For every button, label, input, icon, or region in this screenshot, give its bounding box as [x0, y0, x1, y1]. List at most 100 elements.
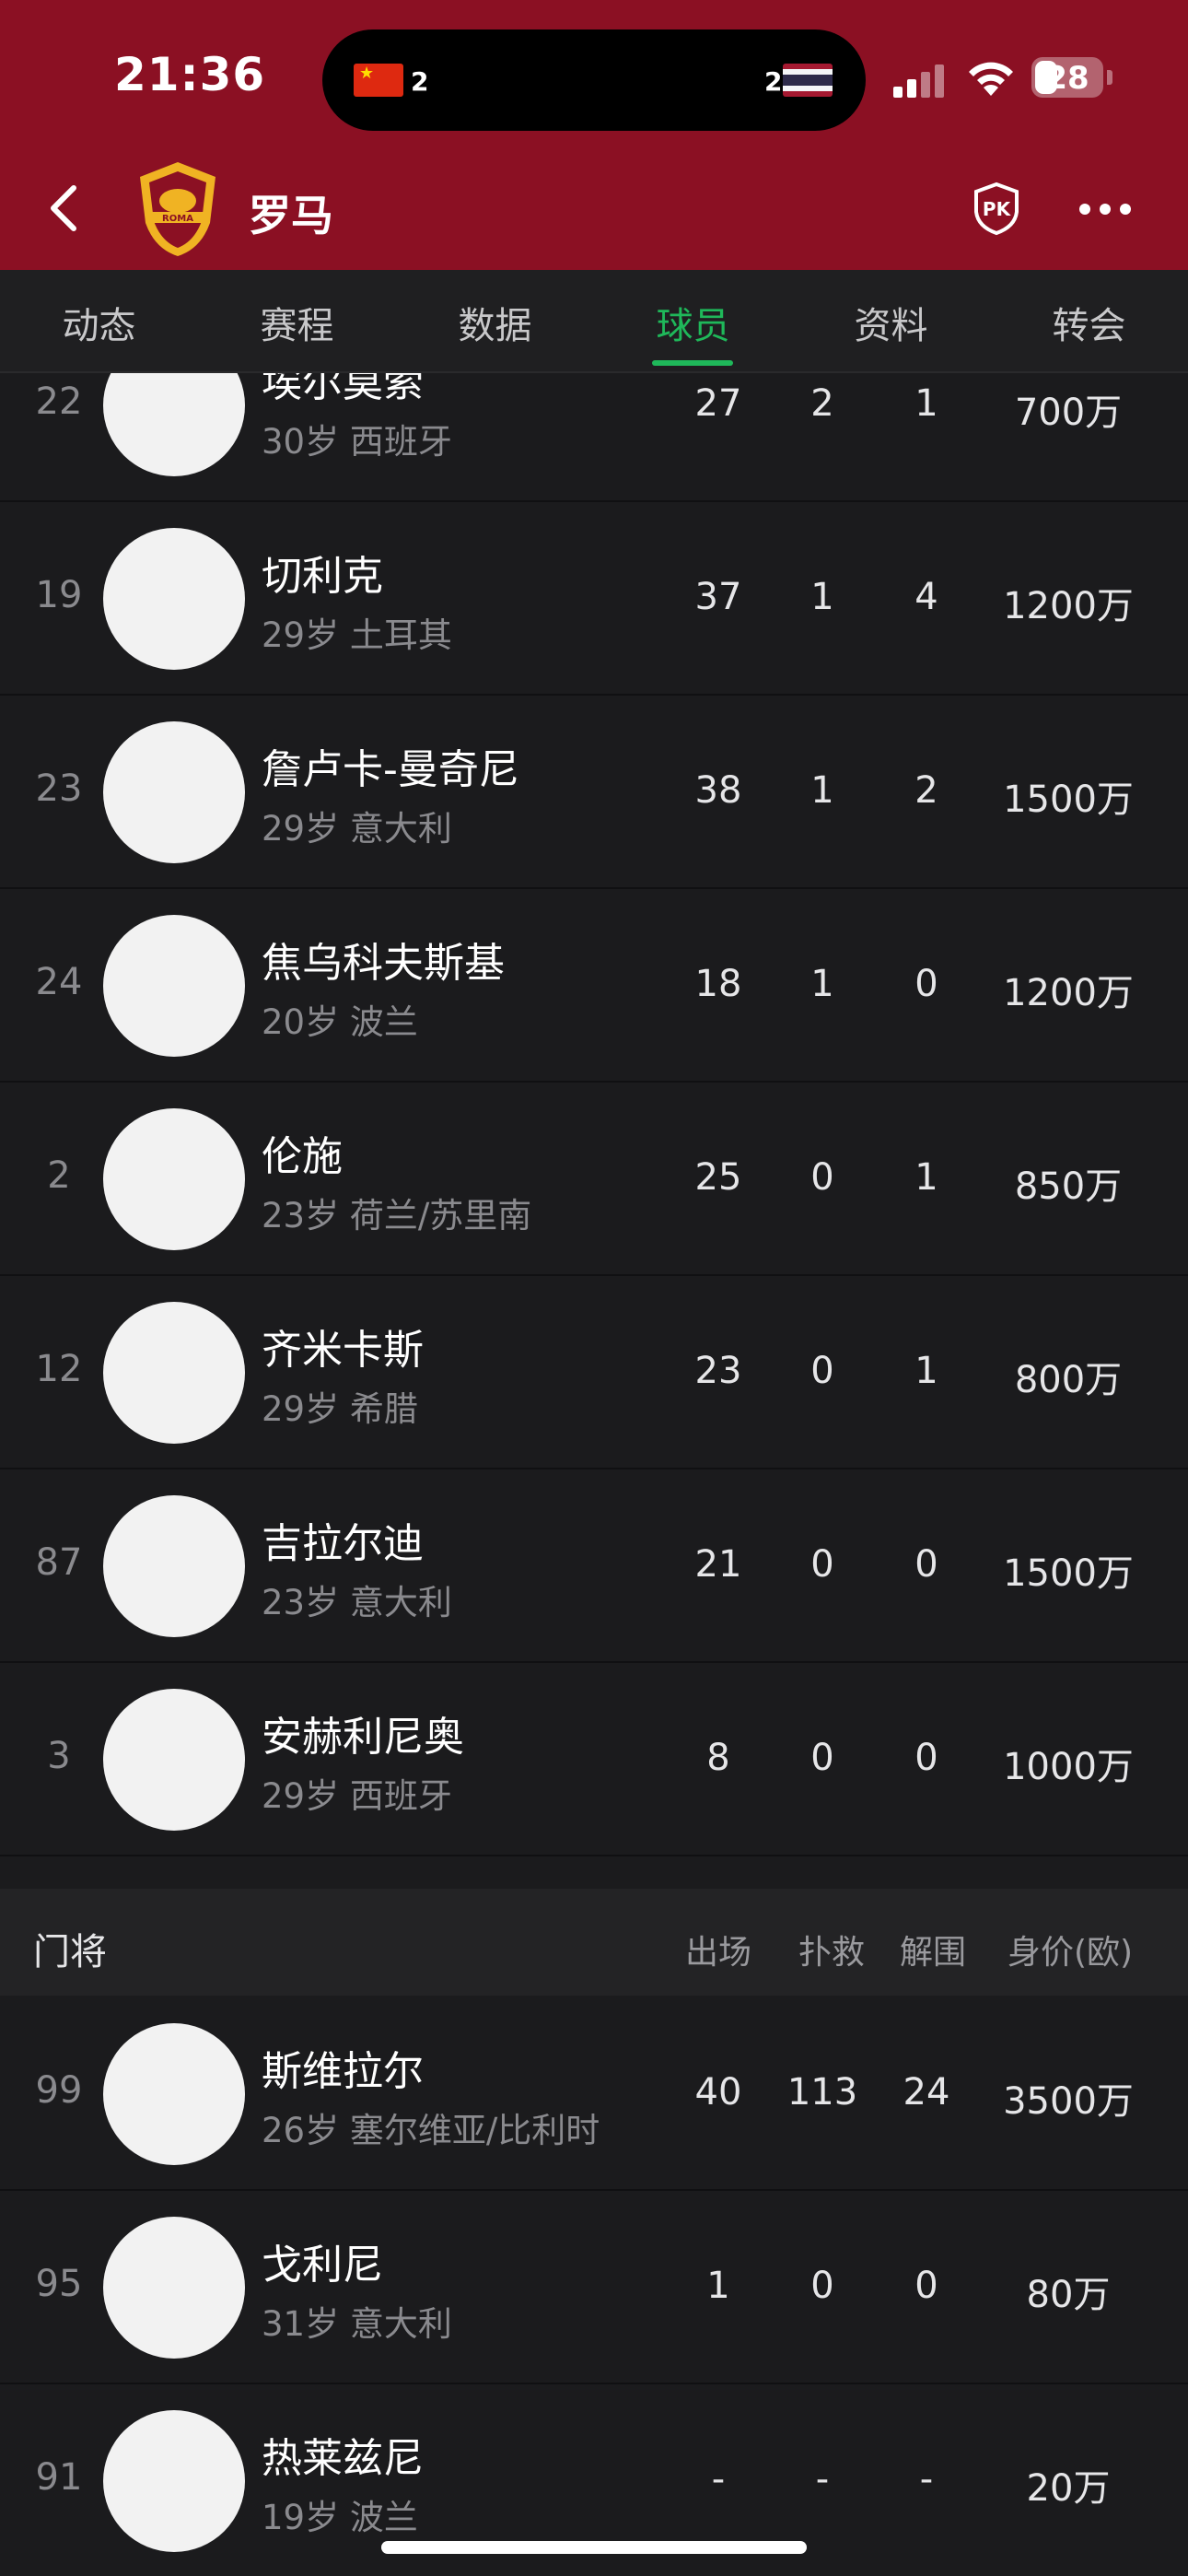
- player-list: 22 埃尔莫索 30岁 西班牙 27 2 1 700万 19 切利克 29岁 土…: [0, 373, 1188, 2576]
- player-age-nationality: 19岁 波兰: [262, 2498, 418, 2537]
- svg-text:ROMA: ROMA: [162, 214, 193, 224]
- player-name: 齐米卡斯: [262, 1327, 424, 1374]
- player-row[interactable]: 87 吉拉尔迪 23岁 意大利 21 0 0 1500万: [0, 1469, 1188, 1663]
- stat-2: 1: [810, 963, 834, 1005]
- stat-2: 2: [810, 382, 834, 425]
- appearances: 27: [694, 382, 742, 425]
- team-name: 罗马: [249, 191, 333, 240]
- player-row[interactable]: 3 安赫利尼奥 29岁 西班牙 8 0 0 1000万: [0, 1663, 1188, 1856]
- player-number: 87: [35, 1541, 83, 1584]
- goalkeeper-row[interactable]: 95 戈利尼 31岁 意大利 1 0 0 80万: [0, 2191, 1188, 2384]
- market-value: 80万: [1026, 2274, 1111, 2316]
- active-tab-indicator: [652, 360, 733, 366]
- saves: -: [815, 2458, 830, 2500]
- player-number: 2: [47, 1154, 71, 1197]
- market-value: 850万: [1014, 1165, 1123, 1208]
- tab-transfers[interactable]: 转会: [990, 296, 1188, 349]
- clearances: 24: [903, 2071, 950, 2113]
- player-number: 23: [35, 767, 83, 810]
- dynamic-island-live-score[interactable]: ★ 2 2: [322, 29, 866, 131]
- back-arrow-icon[interactable]: [42, 181, 88, 236]
- column-header-appearances[interactable]: 出场: [668, 1926, 769, 1973]
- tab-schedule[interactable]: 赛程: [198, 296, 396, 349]
- player-age-nationality: 29岁 西班牙: [262, 1776, 452, 1816]
- appearances: 18: [694, 963, 742, 1005]
- away-score: 2: [764, 66, 783, 97]
- player-avatar: [103, 2023, 245, 2165]
- player-name: 伦施: [262, 1133, 343, 1180]
- stat-2: 0: [810, 1156, 834, 1199]
- appearances: 1: [706, 2265, 730, 2307]
- stat-3: 0: [914, 963, 938, 1005]
- market-value: 3500万: [1003, 2080, 1134, 2123]
- player-name: 热莱兹尼: [262, 2435, 424, 2482]
- goalkeeper-row[interactable]: 99 斯维拉尔 26岁 塞尔维亚/比利时 40 113 24 3500万: [0, 1997, 1188, 2191]
- market-value: 800万: [1014, 1359, 1123, 1401]
- app-header: 21:36 ★ 2 2 28 ROMA 罗马 PK: [0, 0, 1188, 270]
- player-row[interactable]: 22 埃尔莫索 30岁 西班牙 27 2 1 700万: [0, 373, 1188, 502]
- player-avatar: [103, 528, 245, 670]
- home-score: 2: [411, 66, 429, 97]
- player-avatar: [103, 2217, 245, 2359]
- appearances: 38: [694, 769, 742, 812]
- stat-2: 0: [810, 1350, 834, 1392]
- appearances: 23: [694, 1350, 742, 1392]
- player-avatar: [103, 1108, 245, 1250]
- battery-cap: [1107, 70, 1112, 85]
- player-row[interactable]: 19 切利克 29岁 土耳其 37 1 4 1200万: [0, 502, 1188, 696]
- player-name: 安赫利尼奥: [262, 1714, 464, 1761]
- player-row[interactable]: 24 焦乌科夫斯基 20岁 波兰 18 1 0 1200万: [0, 889, 1188, 1083]
- battery-icon: 28: [1031, 57, 1103, 98]
- player-name: 戈利尼: [262, 2242, 383, 2289]
- pk-compare-icon[interactable]: PK: [971, 181, 1022, 236]
- player-row[interactable]: 2 伦施 23岁 荷兰/苏里南 25 0 1 850万: [0, 1083, 1188, 1276]
- stat-2: 0: [810, 1543, 834, 1586]
- market-value: 1000万: [1003, 1746, 1134, 1788]
- player-row[interactable]: 12 齐米卡斯 29岁 希腊 23 0 1 800万: [0, 1276, 1188, 1469]
- appearances: 37: [694, 576, 742, 618]
- player-avatar: [103, 1689, 245, 1831]
- player-avatar: [103, 373, 245, 476]
- player-name: 詹卢卡-曼奇尼: [262, 746, 519, 793]
- thailand-flag-icon: [783, 64, 833, 97]
- status-time: 21:36: [114, 48, 266, 101]
- appearances: 8: [706, 1737, 730, 1779]
- player-name: 埃尔莫索: [262, 373, 424, 406]
- player-number: 99: [35, 2069, 83, 2112]
- market-value: 1500万: [1003, 1552, 1134, 1595]
- more-options-icon[interactable]: [1077, 198, 1133, 220]
- stat-2: 1: [810, 576, 834, 618]
- player-age-nationality: 29岁 希腊: [262, 1389, 418, 1429]
- player-name: 吉拉尔迪: [262, 1520, 424, 1567]
- goalkeeper-section-header: 门将 出场 扑救 解围 身价(欧): [0, 1889, 1188, 1996]
- appearances: 40: [694, 2071, 742, 2113]
- player-name: 切利克: [262, 553, 383, 600]
- player-age-nationality: 23岁 意大利: [262, 1583, 452, 1622]
- column-header-clearances[interactable]: 解围: [882, 1926, 984, 1973]
- tab-bar: 动态 赛程 数据 球员 资料 转会: [0, 270, 1188, 373]
- china-flag-icon: ★: [354, 64, 403, 97]
- stat-3: 1: [914, 1156, 938, 1199]
- player-number: 12: [35, 1348, 83, 1390]
- player-avatar: [103, 915, 245, 1057]
- tab-stats[interactable]: 数据: [396, 296, 594, 349]
- tab-news[interactable]: 动态: [0, 296, 198, 349]
- home-indicator[interactable]: [381, 2541, 807, 2554]
- stat-3: 2: [914, 769, 938, 812]
- player-age-nationality: 30岁 西班牙: [262, 422, 452, 462]
- stat-3: 0: [914, 1543, 938, 1586]
- player-avatar: [103, 1495, 245, 1637]
- player-avatar: [103, 1302, 245, 1444]
- appearances: -: [711, 2458, 726, 2500]
- player-age-nationality: 29岁 土耳其: [262, 615, 452, 655]
- player-row[interactable]: 23 詹卢卡-曼奇尼 29岁 意大利 38 1 2 1500万: [0, 696, 1188, 889]
- stat-3: 0: [914, 1737, 938, 1779]
- column-header-market-value[interactable]: 身价(欧): [980, 1926, 1160, 1973]
- column-header-saves[interactable]: 扑救: [781, 1926, 882, 1973]
- player-number: 91: [35, 2456, 83, 2499]
- svg-text:PK: PK: [983, 198, 1012, 220]
- tab-info[interactable]: 资料: [792, 296, 990, 349]
- stat-3: 4: [914, 576, 938, 618]
- market-value: 20万: [1026, 2467, 1111, 2510]
- tab-players[interactable]: 球员: [594, 296, 792, 349]
